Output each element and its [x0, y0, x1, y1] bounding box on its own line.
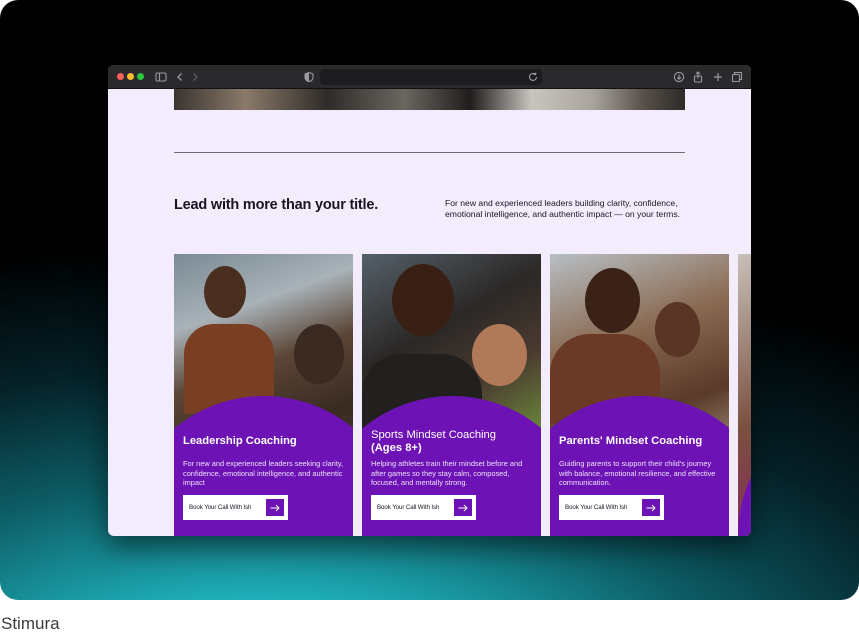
showcase-frame: Lead with more than your title. For new … [0, 0, 859, 600]
card-title: Parents' Mindset Coaching [559, 435, 703, 447]
book-call-label: Book Your Call With Ish [189, 504, 252, 511]
card-sports-mindset-coaching: Sports Mindset Coaching (Ages 8+) Helpin… [362, 254, 541, 536]
card-description: For new and experienced leaders seeking … [183, 459, 344, 488]
forward-icon[interactable] [188, 70, 202, 84]
section-intro: For new and experienced leaders building… [445, 198, 681, 219]
arrow-right-icon [642, 499, 660, 516]
section-headline: Lead with more than your title. [174, 197, 378, 213]
browser-toolbar [108, 65, 751, 89]
card-title: Sports Mindset Coaching (Ages 8+) [371, 429, 536, 454]
card-title-main: Sports Mindset Coaching [371, 429, 496, 441]
headline-emphasis: title. [349, 197, 379, 213]
section-divider [174, 152, 685, 153]
shield-icon [302, 70, 316, 84]
book-call-label: Book Your Call With Ish [565, 504, 628, 511]
sidebar-icon[interactable] [154, 70, 168, 84]
back-icon[interactable] [173, 70, 187, 84]
card-leadership-coaching: Leadership Coaching For new and experien… [174, 254, 353, 536]
card-parents-mindset-coaching: Parents' Mindset Coaching Guiding parent… [550, 254, 729, 536]
tabs-icon[interactable] [730, 70, 744, 84]
close-window-button[interactable] [117, 73, 124, 80]
browser-window: Lead with more than your title. For new … [108, 65, 751, 536]
share-icon[interactable] [691, 70, 705, 84]
reload-icon[interactable] [526, 70, 540, 84]
headline-text: Lead with more than your [174, 197, 350, 213]
book-call-button[interactable]: Book Your Call With Ish [559, 495, 664, 520]
card-title-sub: (Ages 8+) [371, 441, 422, 454]
address-bar[interactable] [320, 69, 542, 85]
card-description: Guiding parents to support their child's… [559, 459, 716, 488]
arrow-right-icon [454, 499, 472, 516]
minimize-window-button[interactable] [127, 73, 134, 80]
zoom-window-button[interactable] [137, 73, 144, 80]
book-call-label: Book Your Call With Ish [377, 504, 440, 511]
download-icon[interactable] [672, 70, 686, 84]
hero-image [174, 89, 685, 110]
card-title: Leadership Coaching [183, 435, 297, 447]
new-tab-icon[interactable] [711, 70, 725, 84]
card-partial [738, 254, 751, 536]
brand-caption: Stimura [1, 614, 60, 633]
book-call-button[interactable]: Book Your Call With Ish [371, 495, 476, 520]
card-description: Helping athletes train their mindset bef… [371, 459, 523, 488]
book-call-button[interactable]: Book Your Call With Ish [183, 495, 288, 520]
arrow-right-icon [266, 499, 284, 516]
web-page: Lead with more than your title. For new … [108, 89, 751, 536]
